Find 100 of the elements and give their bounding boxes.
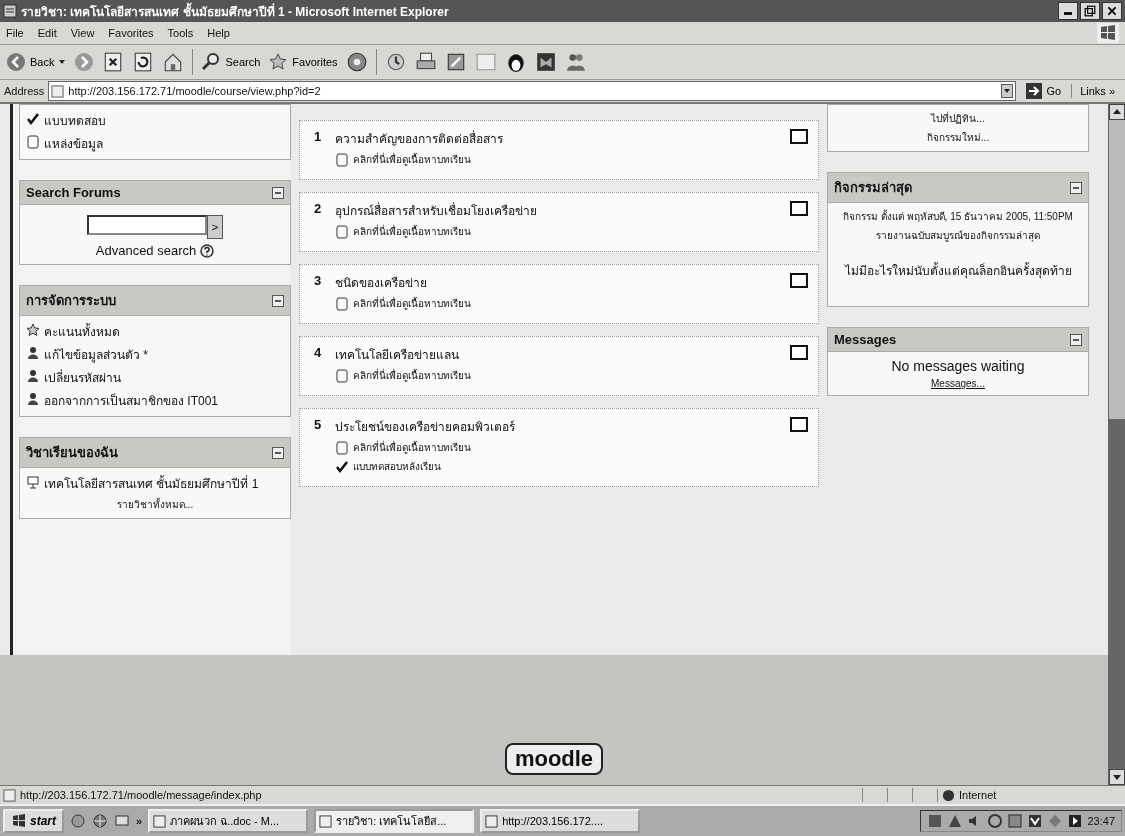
address-label: Address [4, 85, 45, 97]
desktop-icon[interactable] [114, 813, 130, 829]
section-number: 4 [314, 345, 322, 360]
block-link[interactable]: คะแนนทั้งหมด [44, 322, 120, 341]
block-link[interactable]: ออกจากการเป็นสมาชิกของ IT001 [44, 391, 219, 410]
all-courses-link[interactable]: รายวิชาทั้งหมด... [116, 499, 194, 510]
course-icon [26, 475, 40, 489]
go-button[interactable]: Go [1020, 82, 1068, 100]
course-link[interactable]: เทคโนโลยีสารสนเทศ ชั้นมัธยมศึกษาปีที่ 1 [44, 474, 259, 493]
tray-icon[interactable] [1067, 813, 1084, 829]
section-title: ชนิดของเครือข่าย [335, 275, 429, 292]
section-title: ความสำคัญของการติดต่อสื่อสาร [335, 129, 505, 148]
block-link[interactable]: แก้ไขข้อมูลส่วนตัว * [44, 345, 148, 364]
collapse-icon[interactable] [1070, 333, 1082, 346]
collapse-icon[interactable] [272, 186, 284, 199]
star-icon [268, 52, 289, 72]
quick-launch-more[interactable]: » [136, 815, 143, 827]
menu-item[interactable]: Help [207, 27, 230, 39]
scrollbar[interactable] [1108, 104, 1125, 785]
section-title: เทคโนโลยีเครือข่ายแลน [335, 347, 461, 364]
search-field[interactable] [87, 215, 207, 235]
menu-item[interactable]: File [6, 27, 24, 39]
page-icon [335, 297, 350, 311]
scroll-down-icon[interactable] [1109, 769, 1125, 785]
highlight-checkbox[interactable] [790, 201, 808, 216]
caret-icon [58, 58, 67, 66]
taskbar-task[interactable]: รายวิชา: เทคโนโลยีส... [314, 809, 475, 833]
tray-icon[interactable] [1027, 813, 1044, 829]
advanced-search-link[interactable]: Advanced search [95, 243, 197, 258]
block-link[interactable]: เปลี่ยนรหัสผ่าน [44, 368, 121, 387]
star-icon [26, 323, 40, 337]
highlight-checkbox[interactable] [790, 129, 808, 144]
back-button[interactable]: Back [6, 52, 67, 72]
messages-link[interactable]: Messages... [931, 378, 985, 389]
resource-link[interactable]: คลิกที่นี่เพื่อดูเนื้อหาบทเรียน [353, 368, 472, 383]
resource-link[interactable]: คลิกที่นี่เพื่อดูเนื้อหาบทเรียน [353, 440, 472, 455]
no-activity-text: ไม่มีอะไรใหม่นับตั้งแต่คุณล็อกอินครั้งสุดท้าย [844, 261, 1072, 280]
resource-link[interactable]: คลิกที่นี่เพื่อดูเนื้อหาบทเรียน [353, 296, 472, 311]
search-icon [201, 52, 222, 72]
collapse-icon[interactable] [272, 294, 284, 307]
resource-link[interactable]: คลิกที่นี่เพื่อดูเนื้อหาบทเรียน [353, 152, 472, 167]
search-button[interactable]: Search [201, 52, 261, 72]
dropdown-icon[interactable] [1001, 84, 1014, 98]
section-number: 3 [314, 273, 322, 288]
messages-status: No messages waiting [891, 358, 1025, 374]
section-number: 2 [314, 201, 322, 216]
block-title: Messages [834, 332, 897, 347]
favorites-button[interactable]: Favorites [268, 52, 338, 72]
menu-item[interactable]: Edit [37, 27, 57, 39]
menu-item[interactable]: Favorites [108, 27, 154, 39]
search-submit-button[interactable]: > [207, 215, 223, 239]
checkmark-icon [335, 460, 350, 474]
moodle-logo[interactable]: moodle [504, 743, 604, 775]
page-icon [335, 369, 350, 383]
window-icon [319, 814, 333, 828]
full-report-link[interactable]: รายงานฉบับสมบูรณ์ของกิจกรรมล่าสุด [876, 228, 1040, 243]
highlight-checkbox[interactable] [790, 417, 808, 432]
calendar-link[interactable]: กิจกรรมใหม่... [926, 130, 990, 145]
help-icon[interactable] [200, 243, 215, 258]
resource-link[interactable]: แบบทดสอบหลังเรียน [353, 459, 442, 474]
scroll-up-icon[interactable] [1109, 104, 1125, 120]
people-icon[interactable] [564, 51, 587, 73]
block-title: กิจกรรมล่าสุด [834, 179, 912, 198]
taskbar-task[interactable]: http://203.156.172.... [480, 809, 641, 833]
calendar-link[interactable]: ไปที่ปฏิทิน... [931, 111, 985, 126]
collapse-icon[interactable] [1070, 181, 1082, 194]
menu-item[interactable]: View [70, 27, 95, 39]
taskbar-task[interactable]: ภาคผนวก ฉ..doc - M... [148, 809, 309, 833]
menu-item[interactable]: Tools [167, 27, 194, 39]
restore-icon [1083, 5, 1097, 17]
highlight-checkbox[interactable] [790, 345, 808, 360]
start-button[interactable]: start [3, 809, 64, 833]
collapse-icon[interactable] [272, 446, 284, 459]
section-title: อุปกรณ์สื่อสารสำหรับเชื่อมโยงเครือข่าย [335, 201, 539, 220]
block-title: Search Forums [26, 185, 121, 200]
page-icon [335, 441, 350, 455]
resource-link[interactable]: คลิกที่นี่เพื่อดูเนื้อหาบทเรียน [353, 224, 472, 239]
links-button[interactable]: Links » [1071, 84, 1121, 98]
block-link[interactable]: แบบทดสอบ [44, 111, 106, 130]
minimize-button[interactable] [1058, 2, 1078, 20]
section-number: 1 [314, 129, 322, 144]
address-field[interactable]: http://203.156.172.71/moodle/course/view.php?id=2 [48, 81, 1017, 101]
close-icon [1105, 5, 1119, 17]
block-title: วิชาเรียนของฉัน [26, 444, 118, 462]
page-icon [335, 153, 350, 167]
page-icon [3, 788, 16, 802]
window-icon [153, 814, 167, 828]
arrow-icon [1026, 83, 1043, 99]
security-zone: Internet [959, 789, 997, 801]
close-button[interactable] [1102, 2, 1122, 20]
forward-button[interactable] [74, 52, 95, 72]
person-icon [26, 346, 40, 360]
windows-logo-icon [11, 813, 27, 829]
block-link[interactable]: แหล่งข้อมูล [44, 134, 103, 153]
media-icon[interactable] [345, 51, 368, 73]
activity-since-text: กิจกรรม ตั้งแต่ พฤหัสบดี, 15 ธันวาคม 2005, 11:50PM [843, 209, 1073, 224]
section-number: 5 [314, 417, 322, 432]
highlight-checkbox[interactable] [790, 273, 808, 288]
page-icon [335, 225, 350, 239]
restore-button[interactable] [1080, 2, 1100, 20]
